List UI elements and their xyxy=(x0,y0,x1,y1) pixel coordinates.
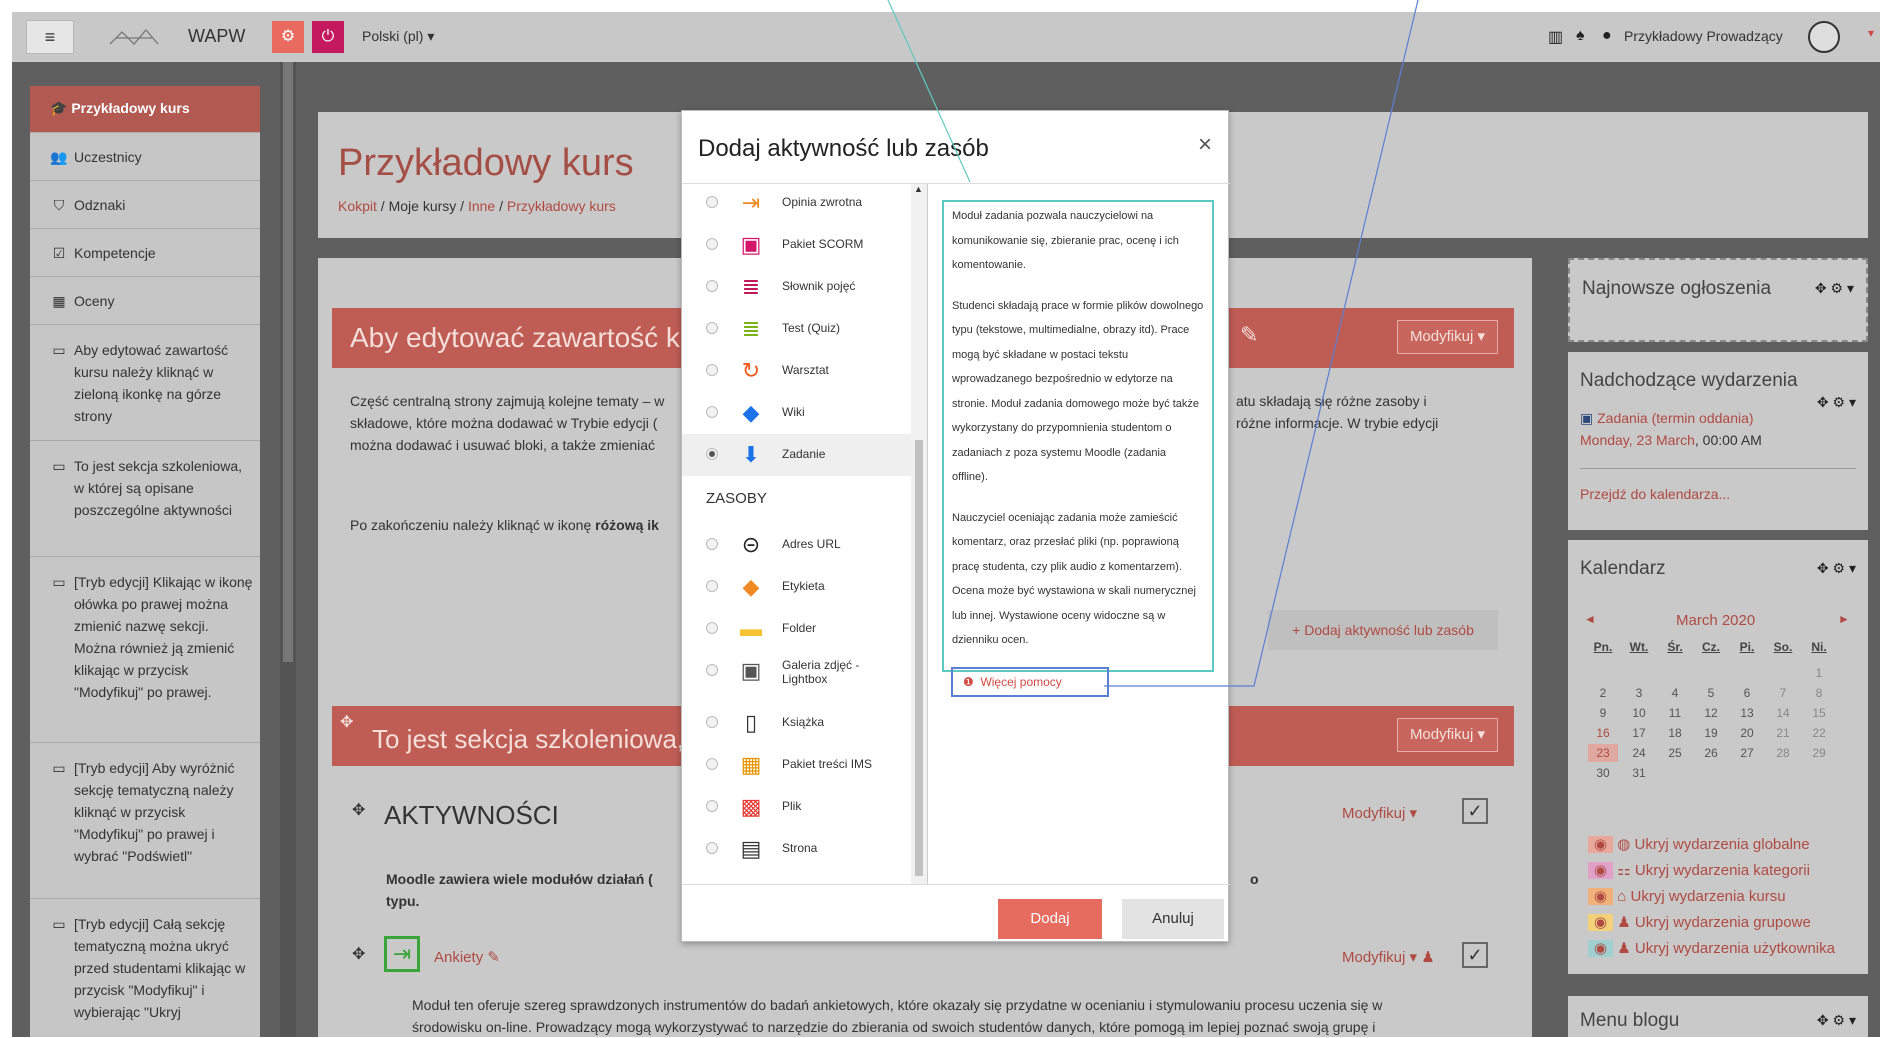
annotation-line xyxy=(1104,0,1419,687)
annotation-line xyxy=(887,0,971,183)
annotation-lines xyxy=(887,0,1419,687)
